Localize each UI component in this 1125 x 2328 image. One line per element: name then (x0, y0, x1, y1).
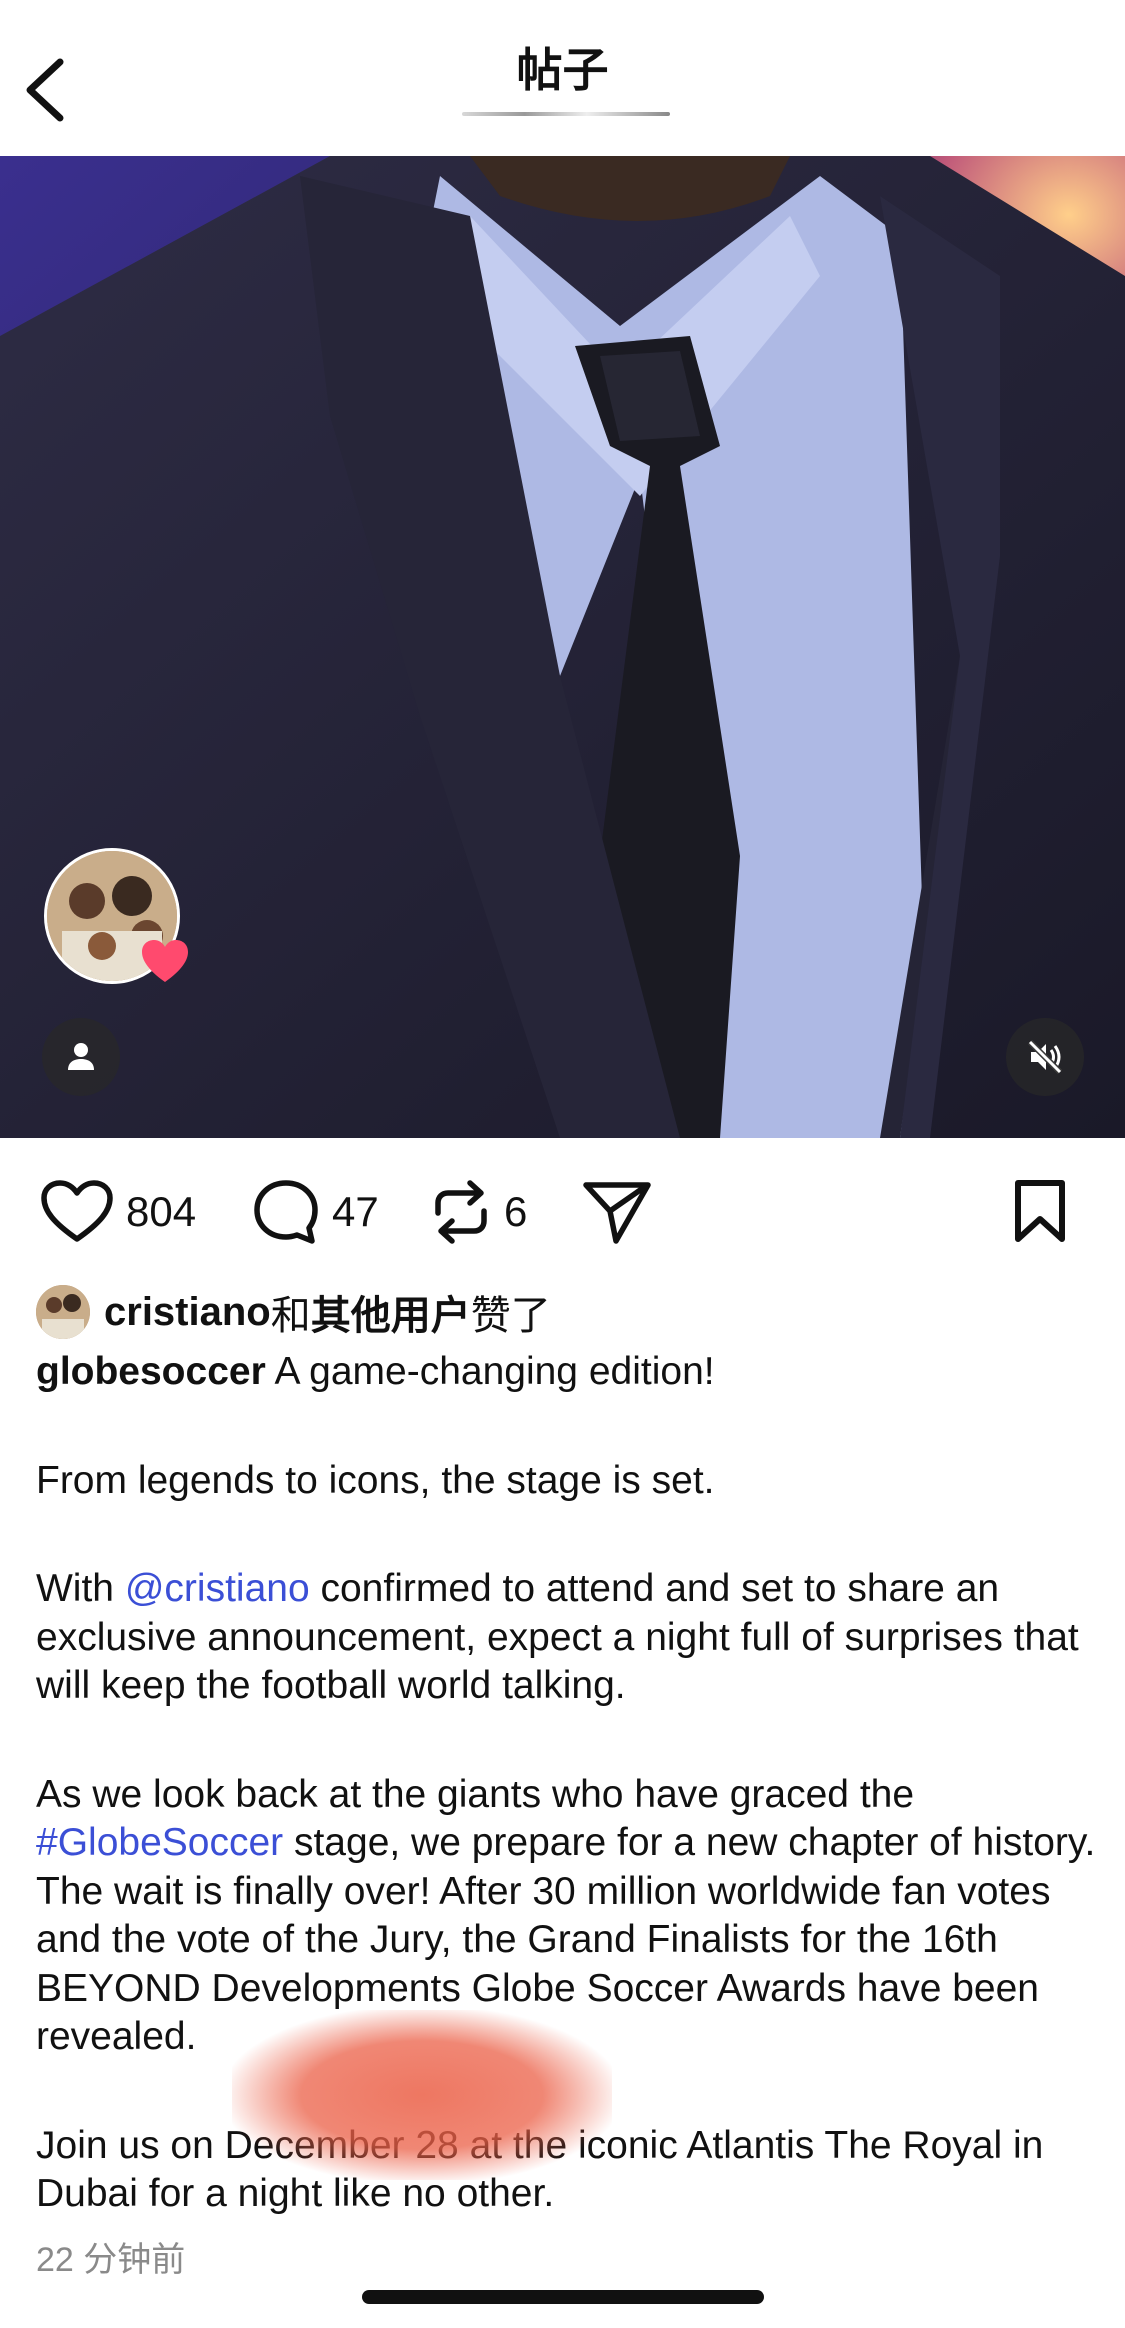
post-timestamp: 22 分钟前 (36, 2241, 186, 2279)
avatar (36, 1285, 90, 1339)
heart-icon (140, 938, 190, 986)
bookmark-icon (1015, 1180, 1065, 1242)
send-icon (583, 1182, 651, 1244)
caption-username[interactable]: globesoccer (36, 1350, 266, 1393)
caption-para4-pre: As we look back at the giants who have g… (36, 1772, 915, 1816)
like-button[interactable]: 804 (40, 1168, 196, 1256)
post-caption: globesoccer A game-changing edition! Fro… (36, 1348, 1096, 2219)
comment-bubble-icon (254, 1180, 318, 1244)
home-indicator[interactable] (362, 2290, 764, 2304)
repost-count: 6 (504, 1188, 528, 1235)
caption-para2: From legends to icons, the stage is set. (36, 1458, 715, 1502)
person-icon (68, 1043, 94, 1070)
mute-toggle-button[interactable] (1006, 1018, 1084, 1096)
caption-para3-pre: With (36, 1567, 125, 1610)
caption-para5: Join us on December 28 at the iconic Atl… (36, 2123, 1044, 2216)
video-frame (0, 156, 1125, 1138)
share-button[interactable] (582, 1168, 652, 1256)
tagged-users-button[interactable] (42, 1018, 120, 1096)
speaker-muted-icon (1027, 1039, 1063, 1075)
page-title: 帖子 (516, 44, 609, 96)
liked-by-suffix: 赞了 (470, 1294, 551, 1338)
comment-button[interactable]: 47 (252, 1168, 379, 1256)
caption-line1: A game-changing edition! (265, 1350, 715, 1393)
post-video[interactable] (0, 156, 1125, 1138)
heart-outline-icon (41, 1180, 113, 1242)
liked-by-row[interactable]: cristiano 和 其他用户 赞了 (36, 1280, 551, 1344)
repost-icon (435, 1180, 487, 1244)
liked-by-connector: 和 (270, 1294, 311, 1338)
bookmark-button[interactable] (1010, 1168, 1070, 1256)
mention-link[interactable]: @cristiano (125, 1567, 310, 1610)
hashtag-link[interactable]: #GlobeSoccer (36, 1821, 283, 1864)
liked-by-user[interactable]: cristiano (104, 1290, 271, 1335)
header-subtitle-obscured (462, 104, 670, 126)
post-actions: 804 47 6 (0, 1168, 1125, 1256)
like-count: 804 (126, 1188, 197, 1235)
liked-by-others[interactable]: 其他用户 (311, 1283, 471, 1341)
top-bar: 帖子 (0, 0, 1125, 156)
comment-count: 47 (332, 1188, 379, 1235)
repost-button[interactable]: 6 (430, 1168, 527, 1256)
